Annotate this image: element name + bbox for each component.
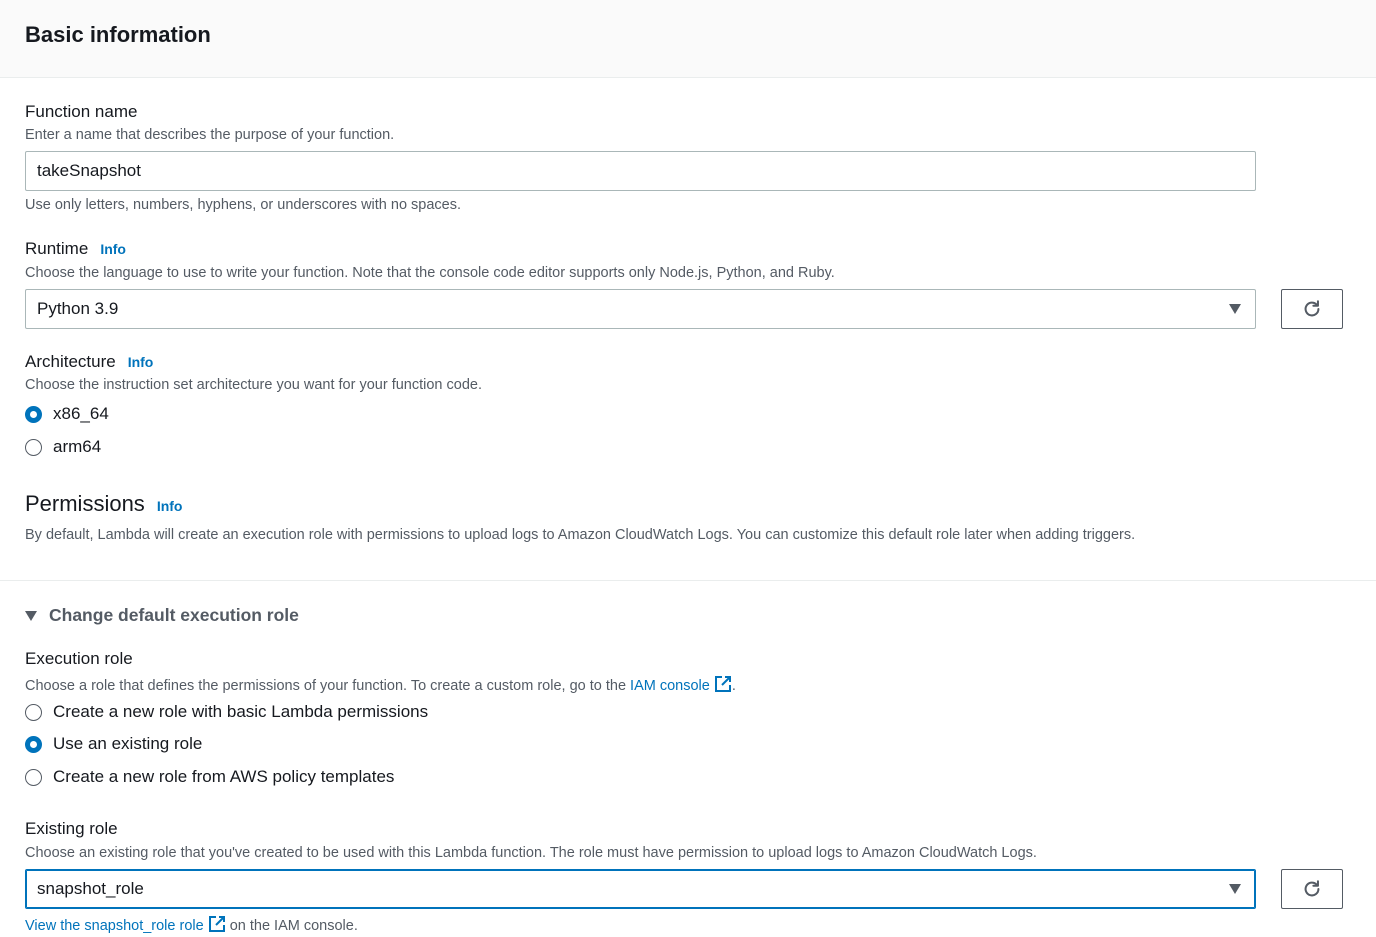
iam-console-link[interactable]: IAM console [630, 676, 732, 694]
divider [0, 580, 1376, 581]
expander-label: Change default execution role [49, 605, 299, 625]
radio-label: Use an existing role [53, 734, 203, 753]
permissions-description: By default, Lambda will create an execut… [25, 527, 1136, 543]
radio-create-basic-role[interactable]: Create a new role with basic Lambda perm… [25, 702, 428, 722]
change-execution-role-expander[interactable]: Change default execution role [25, 605, 299, 626]
view-role-line: View the snapshot_role role on the IAM c… [25, 915, 358, 934]
radio-create-from-templates[interactable]: Create a new role from AWS policy templa… [25, 767, 394, 787]
view-role-suffix: on the IAM console. [225, 918, 358, 934]
function-name-constraint: Use only letters, numbers, hyphens, or u… [25, 197, 462, 213]
architecture-description: Choose the instruction set architecture … [25, 377, 482, 393]
radio-button[interactable] [25, 703, 42, 721]
view-role-link-text: View the snapshot_role role [25, 918, 204, 934]
existing-role-refresh-button[interactable] [1281, 869, 1343, 909]
architecture-info-link[interactable]: Info [128, 354, 154, 370]
external-link-icon [208, 916, 225, 932]
view-role-link[interactable]: View the snapshot_role role [25, 916, 226, 934]
radio-label: Create a new role with basic Lambda perm… [53, 702, 429, 721]
existing-role-label: Existing role [25, 819, 118, 838]
runtime-label-text: Runtime [25, 239, 89, 258]
architecture-label: Architecture Info [25, 352, 153, 372]
radio-button[interactable] [25, 768, 42, 786]
radio-label: arm64 [53, 437, 102, 456]
runtime-select[interactable]: Python 3.9 [25, 289, 1256, 329]
section-header: Basic information [0, 0, 1376, 78]
runtime-label: Runtime Info [25, 239, 126, 259]
radio-button-checked[interactable] [25, 405, 42, 423]
existing-role-selected-value: snapshot_role [37, 879, 144, 898]
runtime-description: Choose the language to use to write your… [25, 265, 835, 281]
execution-role-label: Execution role [25, 649, 133, 668]
permissions-title: Permissions [25, 491, 145, 516]
permissions-info-link[interactable]: Info [157, 498, 183, 514]
runtime-refresh-button[interactable] [1281, 289, 1343, 329]
iam-console-link-text: IAM console [630, 678, 710, 694]
radio-label: x86_64 [53, 404, 109, 423]
function-name-value: takeSnapshot [37, 161, 141, 180]
triangle-down-icon [25, 610, 37, 621]
radio-arm64[interactable]: arm64 [25, 437, 101, 457]
function-name-input[interactable]: takeSnapshot [25, 151, 1256, 191]
architecture-label-text: Architecture [25, 352, 116, 371]
runtime-info-link[interactable]: Info [100, 241, 126, 257]
refresh-icon [1304, 300, 1320, 317]
section-title: Basic information [25, 22, 211, 47]
refresh-icon [1304, 880, 1320, 897]
function-name-description: Enter a name that describes the purpose … [25, 127, 395, 143]
radio-use-existing-role[interactable]: Use an existing role [25, 734, 202, 754]
existing-role-description: Choose an existing role that you've crea… [25, 845, 1037, 861]
execution-role-desc-suffix: . [731, 678, 736, 694]
radio-label: Create a new role from AWS policy templa… [53, 767, 395, 786]
caret-down-icon [1229, 304, 1241, 314]
execution-role-desc-prefix: Choose a role that defines the permissio… [25, 678, 631, 694]
caret-down-icon [1229, 884, 1241, 894]
radio-button-checked[interactable] [25, 735, 42, 753]
radio-button[interactable] [25, 438, 42, 456]
function-name-label: Function name [25, 102, 138, 121]
runtime-selected-value: Python 3.9 [37, 299, 119, 318]
external-link-icon [714, 676, 731, 692]
execution-role-description: Choose a role that defines the permissio… [25, 675, 736, 694]
permissions-heading: Permissions Info [25, 491, 182, 517]
existing-role-select[interactable]: snapshot_role [25, 869, 1256, 909]
radio-x86-64[interactable]: x86_64 [25, 404, 109, 424]
